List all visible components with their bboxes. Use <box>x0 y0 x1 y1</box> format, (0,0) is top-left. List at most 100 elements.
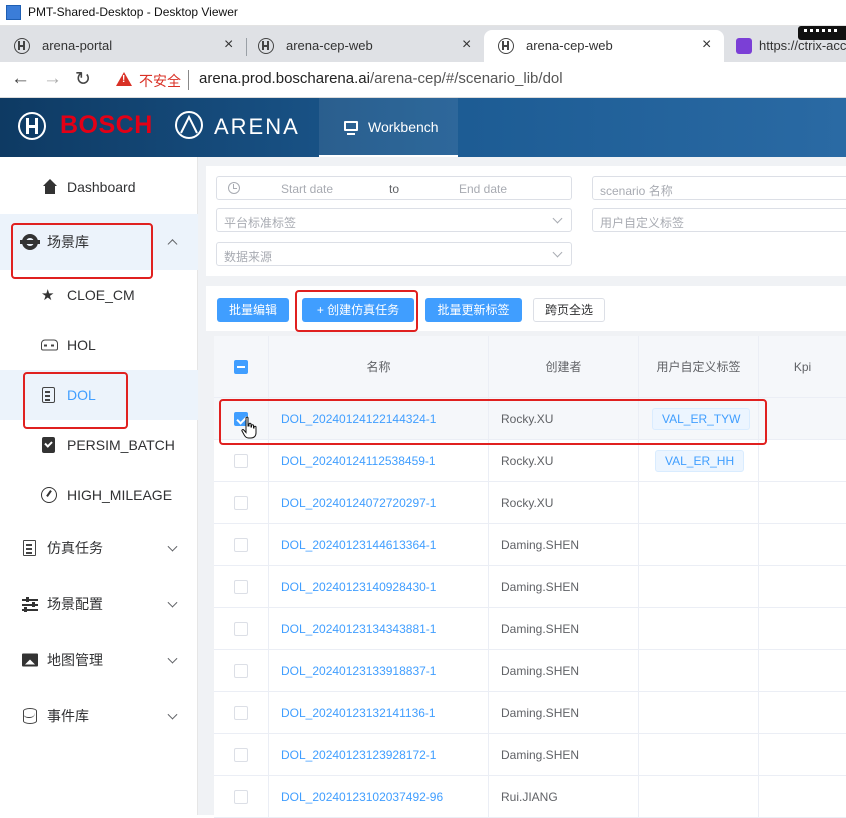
table-cell <box>759 440 846 482</box>
arena-logo-icon <box>175 111 203 139</box>
database-icon <box>23 708 37 724</box>
forward-arrow-icon[interactable]: → <box>43 68 62 90</box>
tab-label: https://ctrix-acc <box>759 38 846 53</box>
table-row[interactable]: DOL_20240123132141136-1 Daming.SHEN <box>214 692 846 734</box>
table-row[interactable]: DOL_20240124112538459-1 Rocky.XU VAL_ER_HH <box>214 440 846 482</box>
chevron-down-icon <box>167 653 178 664</box>
table-cell <box>759 776 846 818</box>
tab-label: arena-cep-web <box>286 38 373 53</box>
browser-address-bar: ← → ↻ 不安全 arena.prod.boscharena.ai/arena… <box>0 62 846 98</box>
row-checkbox[interactable] <box>234 580 248 594</box>
end-date-input[interactable]: End date <box>459 182 507 196</box>
scenario-name-link[interactable]: DOL_20240123133918837-1 <box>281 664 436 678</box>
security-status[interactable]: 不安全 <box>139 71 181 91</box>
reload-icon[interactable]: ↻ <box>75 68 91 91</box>
table-cell <box>639 776 759 818</box>
monitor-icon <box>344 121 358 135</box>
back-arrow-icon[interactable]: ← <box>11 68 30 90</box>
tab-close-icon[interactable]: × <box>462 36 471 54</box>
row-checkbox[interactable] <box>234 790 248 804</box>
window-titlebar: PMT-Shared-Desktop - Desktop Viewer <box>0 0 846 26</box>
address-divider <box>188 70 189 90</box>
nav-tab-label: Workbench <box>368 119 439 135</box>
date-separator: to <box>389 182 400 196</box>
browser-tab-arena-portal[interactable]: arena-portal × <box>0 30 246 62</box>
data-source-select[interactable]: 数据来源 <box>216 242 572 266</box>
table-row[interactable]: DOL_20240123133918837-1 Daming.SHEN <box>214 650 846 692</box>
scenario-name-link[interactable]: DOL_20240123134343881-1 <box>281 622 436 636</box>
sidebar-item-hol[interactable]: HOL <box>0 320 198 370</box>
tab-close-icon[interactable]: × <box>702 36 711 54</box>
table-cell <box>759 482 846 524</box>
table-row[interactable]: DOL_20240124072720297-1 Rocky.XU <box>214 482 846 524</box>
row-checkbox[interactable] <box>234 748 248 762</box>
keyboard-overlay-icon[interactable] <box>798 26 846 40</box>
sidebar-item-sim-tasks[interactable]: 仿真任务 <box>0 520 198 576</box>
table-row[interactable]: DOL_20240123134343881-1 Daming.SHEN <box>214 608 846 650</box>
table-row[interactable]: DOL_20240123123928172-1 Daming.SHEN <box>214 734 846 776</box>
creator-text: Daming.SHEN <box>501 706 580 720</box>
user-tag-input[interactable]: 用户自定义标签 <box>592 208 846 232</box>
sidebar-item-label: 仿真任务 <box>47 540 103 556</box>
document-icon <box>23 540 36 556</box>
url-field[interactable]: arena.prod.boscharena.ai/arena-cep/#/sce… <box>199 70 563 87</box>
cross-page-select-all-button[interactable]: 跨页全选 <box>533 298 605 322</box>
row-checkbox[interactable] <box>234 664 248 678</box>
table-row[interactable]: DOL_20240123144613364-1 Daming.SHEN <box>214 524 846 566</box>
scenario-name-placeholder: scenario 名称 <box>600 184 673 198</box>
start-date-input[interactable]: Start date <box>281 182 333 196</box>
table-cell <box>639 524 759 566</box>
sidebar-item-dashboard[interactable]: Dashboard <box>0 159 198 215</box>
citrix-favicon-icon <box>736 38 752 54</box>
sidebar-item-event-lib[interactable]: 事件库 <box>0 688 198 744</box>
table-cell <box>759 398 846 440</box>
sidebar-item-map-management[interactable]: 地图管理 <box>0 632 198 688</box>
sidebar-item-label: 事件库 <box>47 708 89 724</box>
nav-tab-workbench[interactable]: Workbench <box>319 98 458 157</box>
filter-panel: Start date to End date scenario 名称 平台标准标… <box>206 166 846 276</box>
chevron-down-icon <box>167 709 178 720</box>
platform-tag-select[interactable]: 平台标准标签 <box>216 208 572 232</box>
column-header-kpi[interactable]: Kpi <box>759 336 846 398</box>
highlight-box-selected-row <box>219 399 767 445</box>
select-all-checkbox[interactable] <box>234 360 248 374</box>
row-checkbox[interactable] <box>234 496 248 510</box>
star-icon: ★ <box>41 287 55 304</box>
scenario-name-link[interactable]: DOL_20240124112538459-1 <box>281 454 436 468</box>
scenario-name-link[interactable]: DOL_20240124072720297-1 <box>281 496 436 510</box>
tab-close-icon[interactable]: × <box>224 36 233 54</box>
browser-tab-arena-cep-web[interactable]: arena-cep-web × <box>244 30 484 62</box>
column-header-creator[interactable]: 创建者 <box>489 336 639 398</box>
date-range-picker[interactable]: Start date to End date <box>216 176 572 200</box>
creator-text: Rocky.XU <box>501 454 554 468</box>
scenario-name-link[interactable]: DOL_20240123140928430-1 <box>281 580 436 594</box>
scenario-name-link[interactable]: DOL_20240123123928172-1 <box>281 748 436 762</box>
row-checkbox[interactable] <box>234 454 248 468</box>
chevron-down-icon <box>552 213 563 224</box>
scenario-name-link[interactable]: DOL_20240123132141136-1 <box>281 706 436 720</box>
batch-update-tags-button[interactable]: 批量更新标签 <box>425 298 522 322</box>
table-row[interactable]: DOL_20240123102037492-96 Rui.JIANG <box>214 776 846 818</box>
row-checkbox[interactable] <box>234 706 248 720</box>
bosch-favicon-icon <box>498 38 514 54</box>
creator-text: Rocky.XU <box>501 496 554 510</box>
scenario-name-link[interactable]: DOL_20240123102037492-96 <box>281 790 443 804</box>
data-source-placeholder: 数据来源 <box>224 250 273 264</box>
browser-tab-arena-cep-web-active[interactable]: arena-cep-web × <box>484 30 724 62</box>
scenario-name-link[interactable]: DOL_20240123144613364-1 <box>281 538 436 552</box>
sidebar-item-label: CLOE_CM <box>67 287 135 303</box>
row-checkbox[interactable] <box>234 538 248 552</box>
sidebar-item-label: Dashboard <box>67 179 136 195</box>
table-row[interactable]: DOL_20240123140928430-1 Daming.SHEN <box>214 566 846 608</box>
scenario-name-input[interactable]: scenario 名称 <box>592 176 846 200</box>
sidebar-item-high-mileage[interactable]: HIGH_MILEAGE <box>0 470 198 520</box>
batch-edit-button[interactable]: 批量编辑 <box>217 298 289 322</box>
gauge-icon <box>41 487 57 503</box>
column-header-user-tags[interactable]: 用户自定义标签 <box>639 336 759 398</box>
row-checkbox[interactable] <box>234 622 248 636</box>
app-header: BOSCH ARENA Workbench <box>0 98 846 157</box>
warning-triangle-icon[interactable] <box>116 72 132 86</box>
table-cell <box>759 692 846 734</box>
column-header-name[interactable]: 名称 <box>269 336 489 398</box>
sidebar-item-scenario-config[interactable]: 场景配置 <box>0 576 198 632</box>
